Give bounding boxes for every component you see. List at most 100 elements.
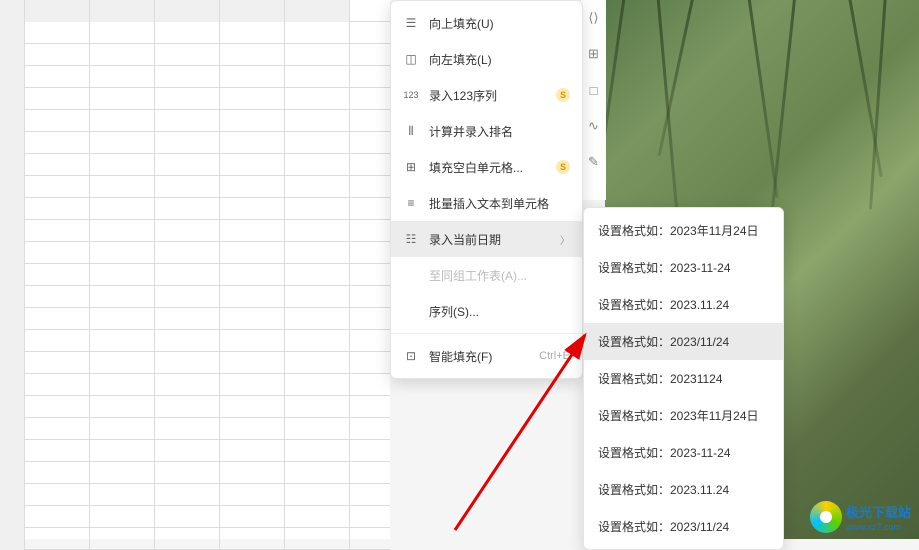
grid-cell[interactable]	[25, 352, 90, 374]
grid-cell[interactable]	[155, 264, 220, 286]
grid-cell[interactable]	[285, 440, 350, 462]
date-format-option[interactable]: 设置格式如：2023-11-24	[584, 249, 783, 286]
grid-cell[interactable]	[285, 484, 350, 506]
date-format-option[interactable]: 设置格式如：2023/11/24	[584, 323, 783, 360]
row-header[interactable]	[0, 198, 25, 220]
grid-cell[interactable]	[155, 286, 220, 308]
grid-cell[interactable]	[90, 264, 155, 286]
grid-cell[interactable]	[155, 352, 220, 374]
grid-cell[interactable]	[220, 308, 285, 330]
tool-grid-icon[interactable]: ⊞	[581, 36, 606, 72]
grid-cell[interactable]	[220, 374, 285, 396]
grid-cell[interactable]	[90, 44, 155, 66]
grid-cell[interactable]	[285, 110, 350, 132]
menu-insert-current-date[interactable]: ☷ 录入当前日期 〉	[391, 221, 582, 257]
grid-cell[interactable]	[90, 440, 155, 462]
grid-cell[interactable]	[90, 308, 155, 330]
date-format-option[interactable]: 设置格式如：2023年11月24日	[584, 397, 783, 434]
grid-cell[interactable]	[220, 132, 285, 154]
grid-cell[interactable]	[25, 66, 90, 88]
grid-cell[interactable]	[25, 396, 90, 418]
grid-cell[interactable]	[155, 484, 220, 506]
grid-cell[interactable]	[285, 506, 350, 528]
grid-cell[interactable]	[285, 242, 350, 264]
row-header[interactable]	[0, 528, 25, 550]
row-header[interactable]	[0, 506, 25, 528]
grid-cell[interactable]	[25, 462, 90, 484]
menu-series[interactable]: 序列(S)...	[391, 293, 582, 329]
grid-cell[interactable]	[285, 374, 350, 396]
grid-cell[interactable]	[220, 506, 285, 528]
col-header[interactable]	[90, 0, 155, 22]
grid-cell[interactable]	[285, 66, 350, 88]
grid-cell[interactable]	[155, 154, 220, 176]
menu-batch-insert-text[interactable]: ≡ 批量插入文本到单元格	[391, 185, 582, 221]
menu-fill-left[interactable]: ◫ 向左填充(L)	[391, 41, 582, 77]
grid-cell[interactable]	[155, 132, 220, 154]
grid-cell[interactable]	[25, 484, 90, 506]
grid-cell[interactable]	[155, 242, 220, 264]
grid-cell[interactable]	[155, 198, 220, 220]
date-format-option[interactable]: 设置格式如：2023年11月24日	[584, 212, 783, 249]
grid-cell[interactable]	[25, 22, 90, 44]
grid-cell[interactable]	[25, 154, 90, 176]
grid-cell[interactable]	[220, 264, 285, 286]
grid-cell[interactable]	[220, 418, 285, 440]
row-header[interactable]	[0, 22, 25, 44]
grid-cell[interactable]	[155, 506, 220, 528]
grid-cell[interactable]	[220, 176, 285, 198]
grid-cell[interactable]	[220, 242, 285, 264]
grid-cell[interactable]	[90, 176, 155, 198]
grid-cell[interactable]	[220, 286, 285, 308]
col-header[interactable]	[285, 0, 350, 22]
grid-cell[interactable]	[155, 396, 220, 418]
grid-cell[interactable]	[90, 198, 155, 220]
date-format-option[interactable]: 设置格式如：2023-11-24	[584, 434, 783, 471]
grid-cell[interactable]	[285, 154, 350, 176]
date-format-option[interactable]: 设置格式如：20231124	[584, 360, 783, 397]
grid-cell[interactable]	[90, 528, 155, 550]
grid-cell[interactable]	[285, 286, 350, 308]
grid-cell[interactable]	[155, 44, 220, 66]
grid-cell[interactable]	[155, 66, 220, 88]
menu-sequence-123[interactable]: 123 录入123序列 S	[391, 77, 582, 113]
grid-cell[interactable]	[25, 132, 90, 154]
row-header[interactable]	[0, 330, 25, 352]
grid-cell[interactable]	[155, 528, 220, 550]
grid-cell[interactable]	[90, 484, 155, 506]
grid-cell[interactable]	[285, 44, 350, 66]
grid-cell[interactable]	[220, 528, 285, 550]
grid-cell[interactable]	[285, 264, 350, 286]
grid-cell[interactable]	[90, 286, 155, 308]
row-header[interactable]	[0, 374, 25, 396]
grid-cell[interactable]	[220, 66, 285, 88]
corner-cell[interactable]	[0, 0, 25, 22]
grid-cell[interactable]	[155, 176, 220, 198]
grid-cell[interactable]	[90, 88, 155, 110]
row-header[interactable]	[0, 132, 25, 154]
menu-smart-fill[interactable]: ⊡ 智能填充(F) Ctrl+E	[391, 338, 582, 374]
grid-cell[interactable]	[155, 88, 220, 110]
grid-cell[interactable]	[90, 330, 155, 352]
grid-cell[interactable]	[90, 374, 155, 396]
col-header[interactable]	[220, 0, 285, 22]
row-header[interactable]	[0, 220, 25, 242]
row-header[interactable]	[0, 352, 25, 374]
grid-cell[interactable]	[220, 352, 285, 374]
grid-cell[interactable]	[285, 308, 350, 330]
row-header[interactable]	[0, 66, 25, 88]
grid-cell[interactable]	[220, 440, 285, 462]
grid-cell[interactable]	[90, 154, 155, 176]
date-format-option[interactable]: 设置格式如：2023.11.24	[584, 471, 783, 508]
tool-chart-icon[interactable]: ∿	[581, 108, 606, 144]
date-format-option[interactable]: 设置格式如：2023/11/24	[584, 508, 783, 545]
grid-cell[interactable]	[285, 528, 350, 550]
row-header[interactable]	[0, 88, 25, 110]
grid-cell[interactable]	[285, 462, 350, 484]
grid-cell[interactable]	[220, 462, 285, 484]
date-format-option[interactable]: 设置格式如：2023.11.24	[584, 286, 783, 323]
grid-cell[interactable]	[25, 374, 90, 396]
grid-cell[interactable]	[25, 528, 90, 550]
grid-cell[interactable]	[25, 110, 90, 132]
grid-cell[interactable]	[220, 88, 285, 110]
